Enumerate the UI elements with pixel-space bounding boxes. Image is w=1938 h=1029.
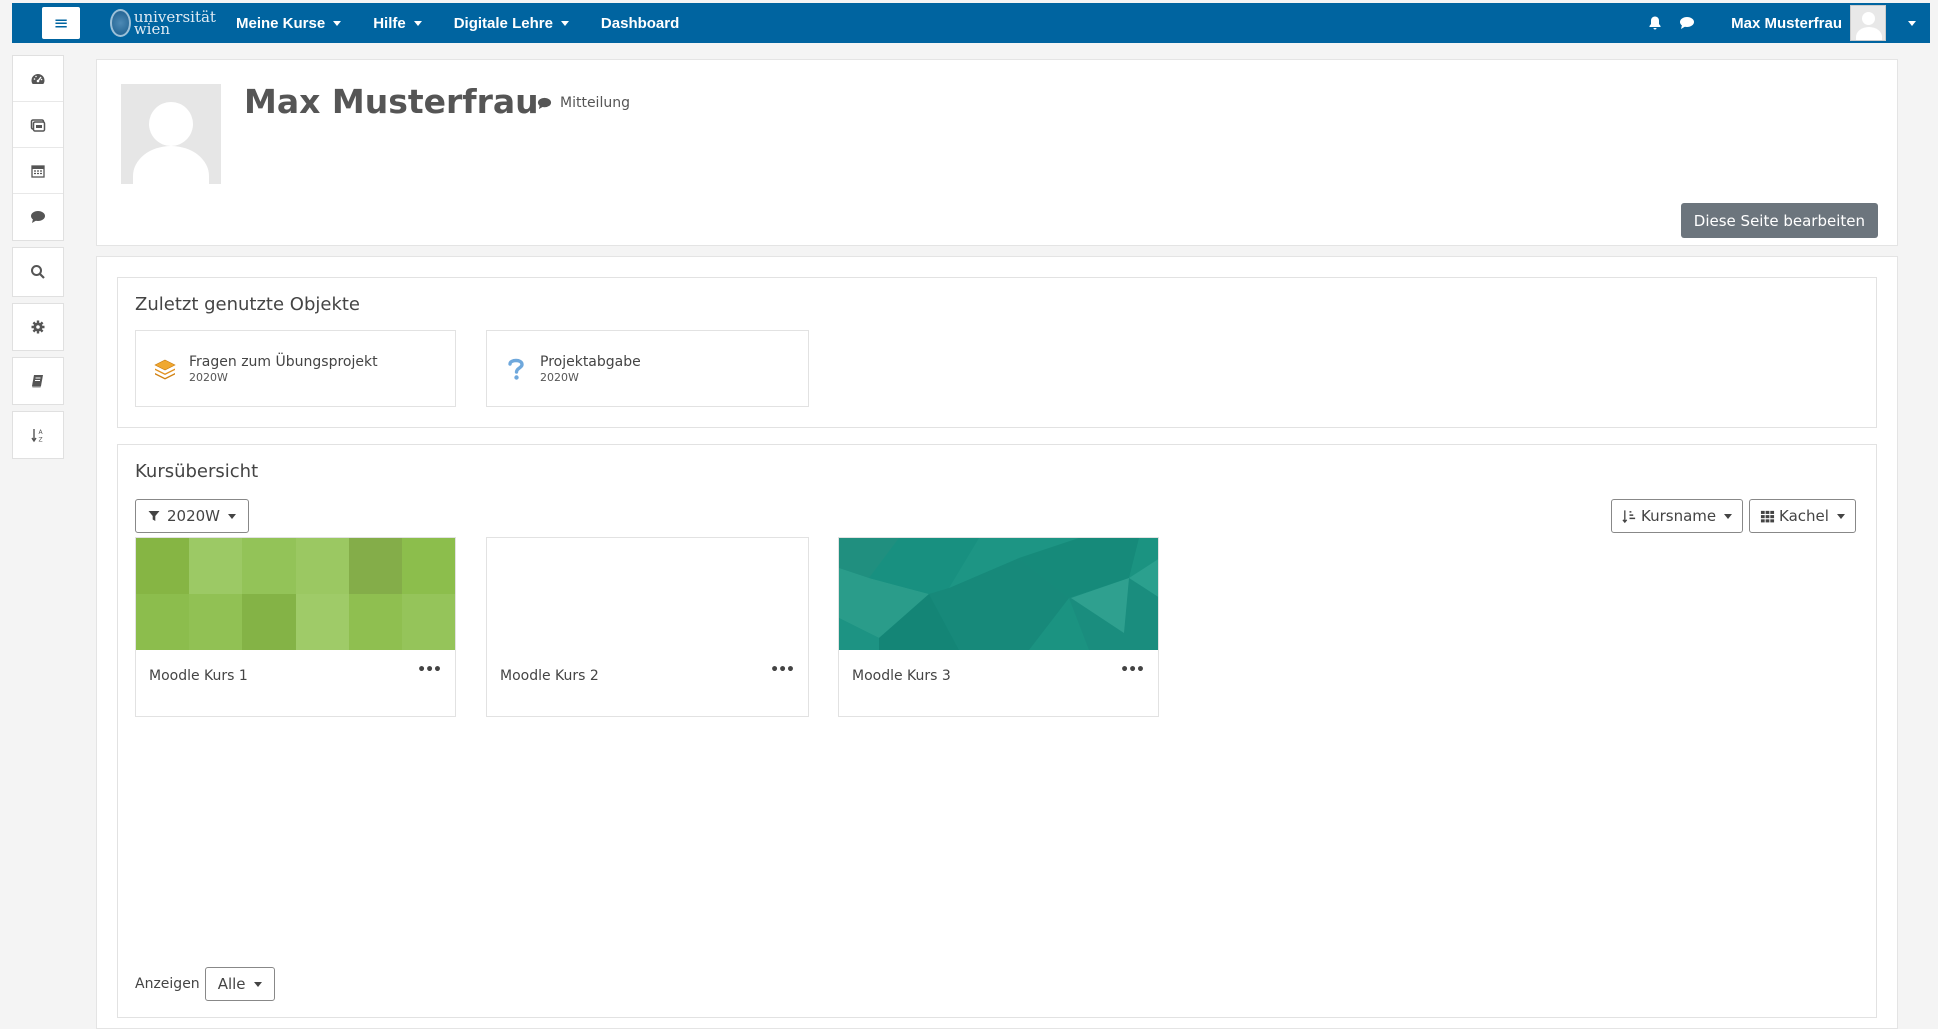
recent-item-subtitle: 2020W: [189, 370, 228, 384]
sort-label: Kursname: [1641, 507, 1717, 525]
profile-name: Max Musterfrau: [244, 82, 539, 121]
rail-courses-button[interactable]: [13, 102, 63, 148]
search-icon: [31, 265, 45, 279]
show-count-dropdown[interactable]: Alle: [204, 967, 275, 1001]
rail-group-main: [12, 55, 64, 241]
nav-item-hilfe[interactable]: Hilfe: [373, 15, 422, 32]
caret-down-icon: [253, 981, 262, 987]
course-overview-block: Kursübersicht 2020W Kursname Kachel Mood…: [117, 444, 1877, 1018]
course-actions-menu-icon[interactable]: •••: [770, 662, 795, 678]
rail-search-button[interactable]: [13, 248, 63, 296]
course-actions-menu-icon[interactable]: •••: [1120, 662, 1145, 678]
main-nav: Meine Kurse Hilfe Digitale Lehre Dashboa…: [236, 15, 711, 32]
profile-avatar: [121, 84, 221, 184]
rail-group-settings: [12, 303, 64, 351]
nav-item-label: Meine Kurse: [236, 14, 326, 32]
course-filter-dropdown[interactable]: 2020W: [135, 499, 250, 533]
edit-page-button[interactable]: Diese Seite bearbeiten: [1680, 203, 1878, 238]
book-icon: [32, 375, 43, 388]
chat-icon[interactable]: [1679, 15, 1695, 31]
recent-item-title: Projektabgabe: [540, 353, 641, 370]
top-navbar: ≡ universität wien Meine Kurse Hilfe Dig…: [12, 3, 1930, 43]
view-label: Kachel: [1779, 507, 1829, 525]
message-label: Mitteilung: [560, 95, 630, 111]
caret-down-icon: [413, 20, 422, 26]
settings-gear-icon: [31, 320, 45, 334]
show-value: Alle: [217, 975, 246, 993]
nav-item-label: Hilfe: [373, 14, 406, 32]
user-avatar[interactable]: [1850, 5, 1886, 41]
dashboard-content: Zuletzt genutzte Objekte Fragen zum Übun…: [96, 256, 1898, 1029]
university-logo[interactable]: universität wien: [110, 9, 220, 37]
recent-item[interactable]: Projektabgabe 2020W: [486, 330, 809, 407]
course-image: [136, 538, 455, 650]
rail-dashboard-button[interactable]: [13, 56, 63, 102]
hamburger-icon: ≡: [53, 12, 69, 34]
sort-icon: [1622, 509, 1636, 523]
course-card[interactable]: Moodle Kurs 2 •••: [486, 537, 809, 717]
recent-items-block: Zuletzt genutzte Objekte Fragen zum Übun…: [117, 277, 1877, 428]
rail-group-sort: AZ: [12, 411, 64, 459]
rail-messages-button[interactable]: [13, 194, 63, 240]
messages-icon: [31, 211, 45, 223]
chat-icon: [537, 97, 552, 109]
course-overview-title: Kursübersicht: [135, 461, 259, 482]
recent-items-title: Zuletzt genutzte Objekte: [135, 294, 360, 315]
rail-book-button[interactable]: [13, 358, 63, 404]
rail-calendar-button[interactable]: [13, 148, 63, 194]
nav-item-digitale-lehre[interactable]: Digitale Lehre: [454, 15, 569, 32]
course-sort-dropdown[interactable]: Kursname: [1611, 499, 1744, 533]
filter-label: 2020W: [167, 507, 221, 525]
sort-az-icon: AZ: [31, 429, 44, 444]
nav-item-meine-kurse[interactable]: Meine Kurse: [236, 14, 342, 32]
filter-icon: [148, 511, 160, 521]
show-label: Anzeigen: [135, 976, 200, 992]
nav-right: Max Musterfrau: [1631, 5, 1930, 41]
recent-item-subtitle: 2020W: [540, 370, 579, 384]
courses-icon: [30, 118, 46, 132]
university-seal-icon: [110, 9, 131, 37]
nav-item-label: Digitale Lehre: [453, 14, 553, 32]
course-card[interactable]: Moodle Kurs 1 •••: [135, 537, 456, 717]
nav-item-label: Dashboard: [600, 14, 680, 32]
course-image: [487, 538, 808, 650]
course-actions-menu-icon[interactable]: •••: [417, 662, 442, 678]
grid-view-icon: [1760, 510, 1775, 522]
svg-text:Z: Z: [39, 437, 43, 444]
rail-settings-button[interactable]: [13, 304, 63, 350]
course-name[interactable]: Moodle Kurs 3: [852, 668, 951, 684]
course-image: [839, 538, 1158, 650]
left-rail: AZ: [12, 55, 64, 465]
recent-item-title: Fragen zum Übungsprojekt: [189, 353, 378, 370]
caret-down-icon: [228, 513, 237, 519]
paging-row: Anzeigen Alle: [135, 967, 275, 1001]
user-menu-caret-icon[interactable]: [1908, 20, 1916, 26]
user-name[interactable]: Max Musterfrau: [1731, 15, 1842, 32]
message-link[interactable]: Mitteilung: [537, 95, 630, 111]
svg-text:A: A: [39, 429, 44, 436]
rail-sort-button[interactable]: AZ: [13, 412, 63, 458]
dashboard-gauge-icon: [31, 73, 45, 84]
caret-down-icon: [560, 20, 569, 26]
course-view-dropdown[interactable]: Kachel: [1749, 499, 1856, 533]
profile-header: Max Musterfrau Mitteilung Diese Seite be…: [96, 59, 1898, 246]
nav-item-dashboard[interactable]: Dashboard: [601, 15, 679, 32]
menu-toggle-button[interactable]: ≡: [42, 7, 80, 39]
course-card[interactable]: Moodle Kurs 3 •••: [838, 537, 1159, 717]
layers-icon: [154, 359, 176, 379]
caret-down-icon: [1724, 513, 1733, 519]
course-name[interactable]: Moodle Kurs 1: [149, 668, 248, 684]
recent-item[interactable]: Fragen zum Übungsprojekt 2020W: [135, 330, 456, 407]
caret-down-icon: [333, 20, 342, 26]
rail-group-search: [12, 247, 64, 297]
caret-down-icon: [1836, 513, 1845, 519]
bell-icon[interactable]: [1647, 15, 1663, 31]
question-icon: [508, 358, 524, 380]
logo-text: universität wien: [133, 8, 216, 38]
course-name[interactable]: Moodle Kurs 2: [500, 668, 599, 684]
rail-group-book: [12, 357, 64, 405]
calendar-icon: [31, 164, 45, 178]
